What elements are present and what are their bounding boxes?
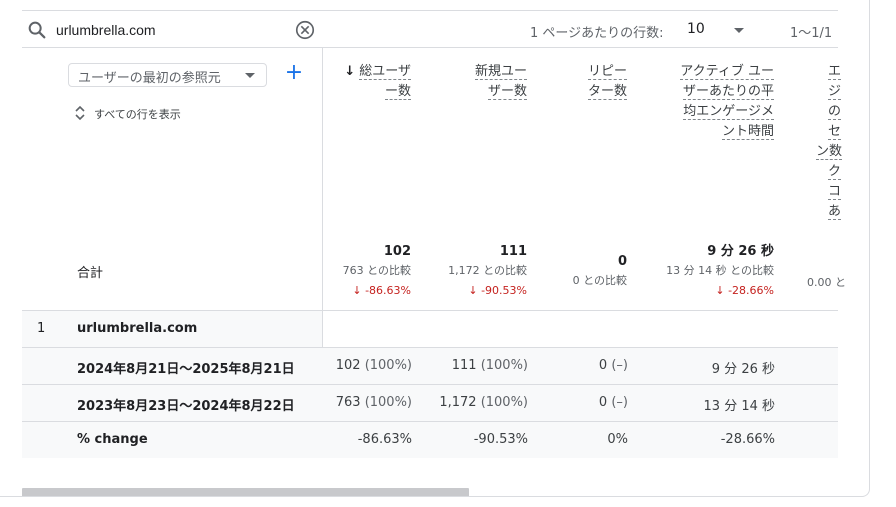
table-toolbar: 1 ページあたりの行数: 10 1〜1/1	[22, 10, 838, 48]
cell-new-users: -90.53%	[473, 432, 528, 447]
search-input[interactable]	[56, 20, 286, 40]
column-header-engaged-sessions[interactable]: エ ジ の セ ン数 ク コ あ	[816, 62, 843, 222]
report-table-card: 1 ページあたりの行数: 10 1〜1/1 ユーザーの最初の参照元 + すべての…	[0, 0, 870, 497]
row-dimension-value: urlumbrella.com	[77, 321, 198, 336]
cell-new-users: 1,172 (100%)	[439, 395, 528, 410]
table-row[interactable]: 2023年8月23日～2024年8月22日 763 (100%) 1,172 (…	[22, 384, 838, 421]
column-header-total-users[interactable]: ↓ 総ユーザ ー数	[344, 62, 411, 102]
cell-total-users: 102 (100%)	[335, 358, 412, 373]
totals-label: 合計	[77, 266, 104, 281]
cell-total-users: -86.63%	[357, 432, 412, 447]
row-dimension-value: 2024年8月21日～2025年8月21日	[77, 362, 295, 377]
row-empty-metrics	[323, 311, 838, 348]
horizontal-scrollbar[interactable]	[22, 488, 469, 496]
row-dimension-value: % change	[77, 432, 148, 447]
cell-avg-engagement-time: -28.66%	[720, 432, 775, 447]
chevron-down-icon	[245, 73, 255, 78]
sort-down-icon: ↓	[344, 64, 356, 79]
column-header-new-users[interactable]: 新規ユー ザー数	[474, 62, 527, 102]
total-cell-avg-engagement-time: 9 分 26 秒 13 分 14 秒 との比較 ↓ -28.66%	[666, 244, 774, 297]
total-cell-returning-users: 0 0 との比較	[572, 254, 627, 287]
chevron-down-icon[interactable]	[734, 28, 744, 33]
cell-avg-engagement-time: 13 分 14 秒	[703, 399, 775, 414]
table-row[interactable]: 1 urlumbrella.com	[22, 310, 838, 348]
total-cell-total-users: 102 763 との比較 ↓ -86.63%	[342, 244, 411, 297]
clear-search-icon[interactable]	[294, 19, 316, 41]
expand-icon	[75, 105, 85, 121]
cell-returning-users: 0 (–)	[598, 358, 628, 373]
total-cell-new-users: 111 1,172 との比較 ↓ -90.53%	[448, 244, 527, 297]
show-all-rows-label: すべての行を表示	[94, 108, 181, 121]
row-dimension-value: 2023年8月23日～2024年8月22日	[77, 399, 295, 414]
rows-per-page-select[interactable]: 10	[687, 21, 705, 37]
cell-avg-engagement-time: 9 分 26 秒	[711, 362, 775, 377]
pagination-range: 1〜1/1	[790, 26, 833, 41]
total-cell-engaged-sessions: 0.00 と	[807, 276, 846, 289]
rows-per-page-label: 1 ページあたりの行数:	[530, 26, 664, 41]
search-icon	[28, 21, 46, 39]
dimension-select-label: ユーザーの最初の参照元	[78, 71, 221, 86]
table-row[interactable]: 2024年8月21日～2025年8月21日 102 (100%) 111 (10…	[22, 347, 838, 384]
column-header-avg-engagement-time[interactable]: アクティブ ユー ザーあたりの平 均エンゲージメ ント時間	[680, 62, 774, 142]
cell-returning-users: 0 (–)	[598, 395, 628, 410]
dimension-select[interactable]: ユーザーの最初の参照元	[68, 63, 267, 87]
table-row[interactable]: % change -86.63% -90.53% 0% -28.66%	[22, 421, 838, 458]
add-dimension-button[interactable]: +	[284, 62, 304, 86]
cell-total-users: 763 (100%)	[335, 395, 412, 410]
row-index: 1	[37, 321, 46, 336]
cell-new-users: 111 (100%)	[451, 358, 528, 373]
column-header-returning-users[interactable]: リピー ター数	[587, 62, 627, 102]
cell-returning-users: 0%	[607, 432, 628, 447]
